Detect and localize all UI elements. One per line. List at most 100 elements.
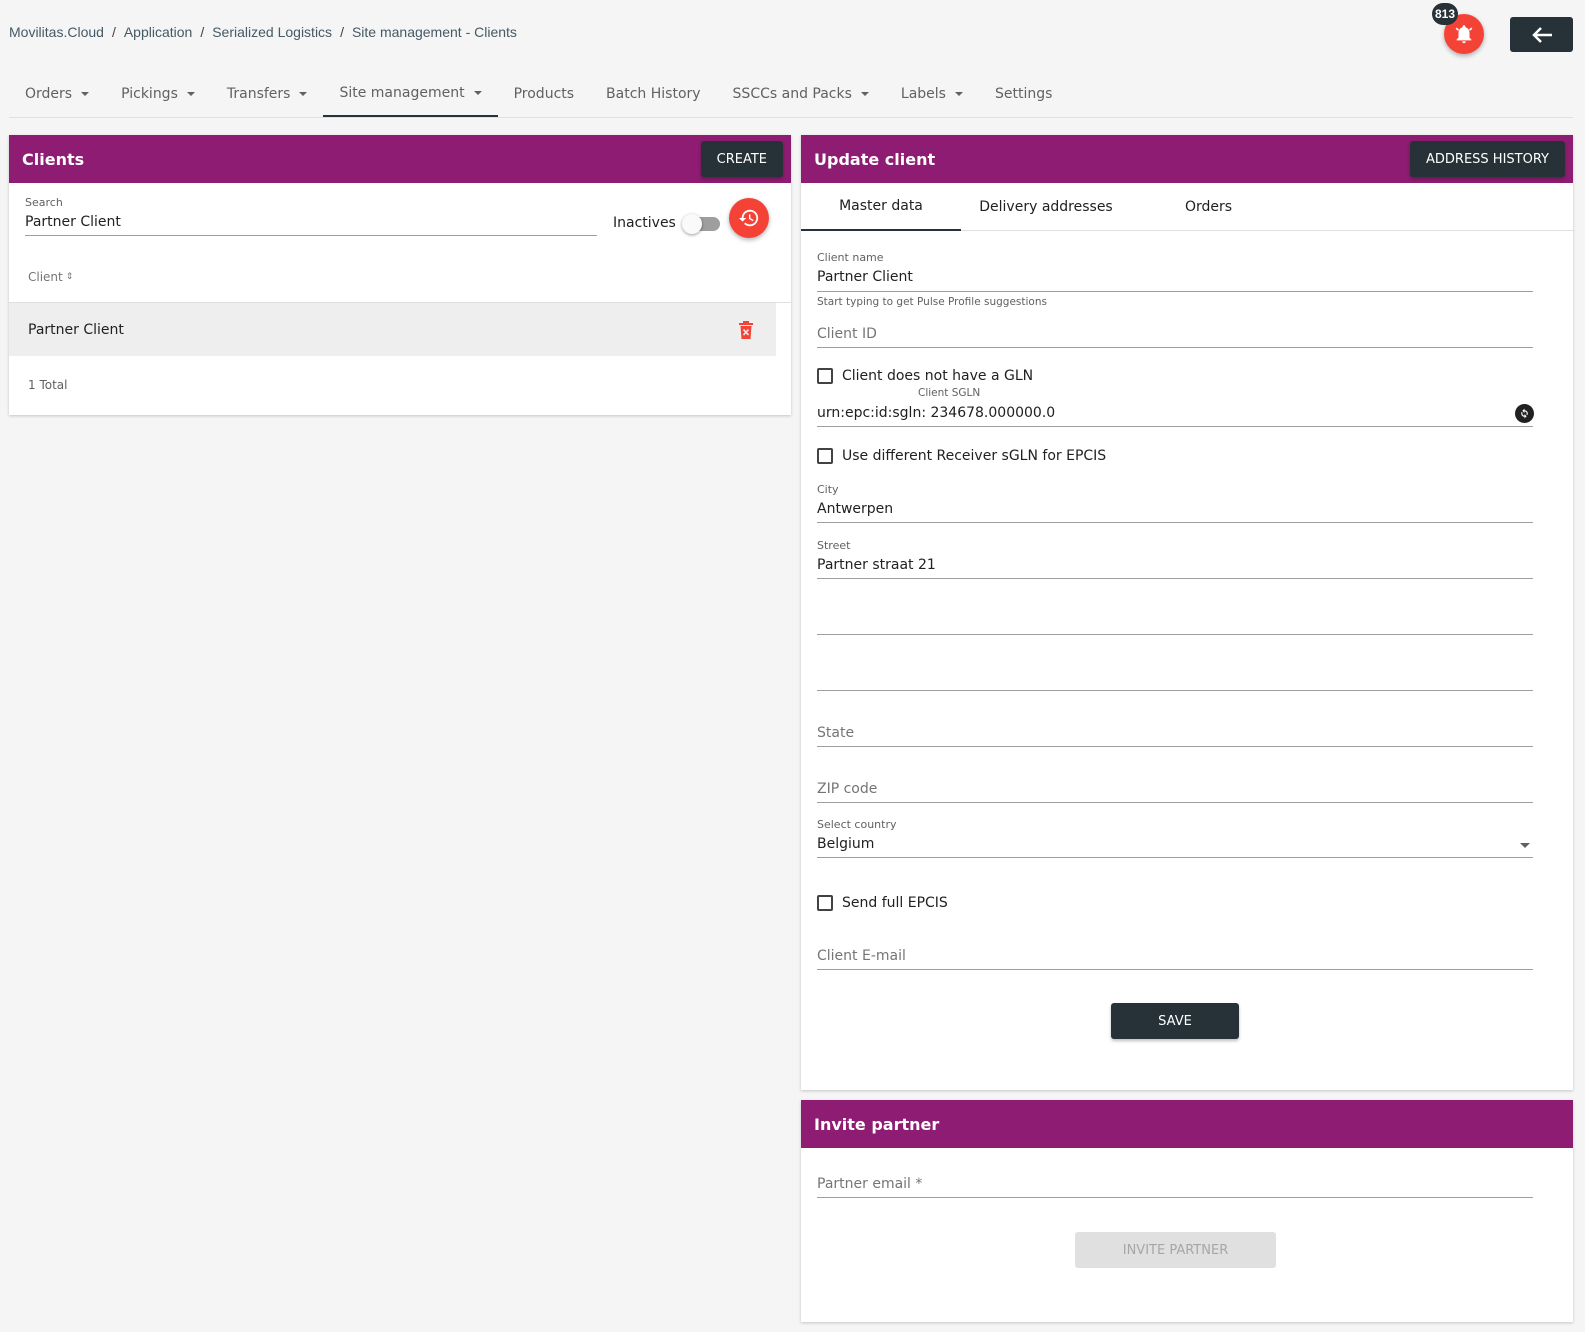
refresh-sgln-button[interactable] xyxy=(1515,404,1534,423)
country-label: Select country xyxy=(817,818,897,831)
city-input[interactable]: Antwerpen xyxy=(817,501,1533,517)
client-tabs: Master data Delivery addresses Orders xyxy=(801,183,1573,231)
main-nav: Orders Pickings Transfers Site managemen… xyxy=(9,70,1573,118)
nav-tab-settings[interactable]: Settings xyxy=(979,70,1068,117)
caret-down-icon xyxy=(473,90,482,95)
caret-down-icon xyxy=(860,91,869,96)
nav-tab-label: Settings xyxy=(994,85,1053,102)
nav-tab-batch-history[interactable]: Batch History xyxy=(590,70,717,117)
tab-master-data[interactable]: Master data xyxy=(801,183,961,231)
country-select[interactable]: Select country Belgium xyxy=(817,818,1533,852)
breadcrumb-item[interactable]: Serialized Logistics xyxy=(212,24,332,40)
create-button[interactable]: CREATE xyxy=(700,141,783,177)
client-email-input[interactable]: Client E-mail xyxy=(817,948,906,964)
update-client-panel: Update client ADDRESS HISTORY Master dat… xyxy=(801,135,1573,1090)
address-line-3-input[interactable] xyxy=(817,690,1533,691)
sgln-label: Client SGLN xyxy=(918,387,981,399)
nav-tab-label: SSCCs and Packs xyxy=(732,85,852,102)
street-input[interactable]: Partner straat 21 xyxy=(817,557,1533,573)
tab-orders[interactable]: Orders xyxy=(1131,183,1286,231)
field-underline xyxy=(817,578,1533,579)
nav-tab-label: Site management xyxy=(339,84,465,101)
invite-panel-header: Invite partner xyxy=(801,1100,1573,1148)
state-input[interactable]: State xyxy=(817,725,854,741)
column-header-label: Client xyxy=(28,270,63,284)
sort-icon: ⇕ xyxy=(65,271,74,282)
nav-tab-label: Labels xyxy=(900,85,946,102)
field-underline xyxy=(817,291,1533,292)
caret-down-icon xyxy=(299,91,308,96)
city-field[interactable]: City Antwerpen xyxy=(817,483,1533,517)
panel-title: Update client xyxy=(814,149,936,169)
client-id-input[interactable]: Client ID xyxy=(817,326,877,342)
client-column-header[interactable]: Client ⇕ xyxy=(28,270,73,284)
clients-panel: Clients CREATE Search Partner Client Ina… xyxy=(9,135,791,415)
field-underline xyxy=(817,347,1533,348)
full-epcis-checkbox-row[interactable]: Send full EPCIS xyxy=(817,895,948,911)
tab-delivery-addresses[interactable]: Delivery addresses xyxy=(961,183,1131,231)
address-line-2-input[interactable] xyxy=(817,634,1533,635)
sgln-input[interactable]: urn:epc:id:sgln: 234678.000000.0 xyxy=(817,405,1055,421)
delete-icon[interactable] xyxy=(738,320,754,339)
nav-tab-label: Pickings xyxy=(121,85,178,102)
no-gln-checkbox-row[interactable]: Client does not have a GLN xyxy=(817,368,1033,384)
nav-tab-label: Batch History xyxy=(606,85,701,102)
search-input[interactable]: Partner Client xyxy=(25,214,597,230)
partner-email-input[interactable]: Partner email * xyxy=(817,1176,922,1192)
street-label: Street xyxy=(817,539,851,552)
save-button[interactable]: SAVE xyxy=(1111,1003,1239,1039)
nav-tab-pickings[interactable]: Pickings xyxy=(105,70,211,117)
nav-tab-products[interactable]: Products xyxy=(498,70,590,117)
breadcrumb-separator: / xyxy=(111,24,116,40)
field-underline xyxy=(817,426,1533,427)
table-row[interactable]: Partner Client xyxy=(9,303,776,356)
client-name-field[interactable]: Client name Partner Client xyxy=(817,251,1533,285)
nav-tab-transfers[interactable]: Transfers xyxy=(211,70,324,117)
receiver-sgln-checkbox[interactable] xyxy=(817,448,833,464)
history-icon xyxy=(738,209,759,227)
no-gln-checkbox[interactable] xyxy=(817,368,833,384)
restore-history-button[interactable] xyxy=(729,198,769,238)
breadcrumb-separator: / xyxy=(340,24,344,40)
invite-partner-panel: Invite partner Partner email * INVITE PA… xyxy=(801,1100,1573,1322)
field-underline xyxy=(817,802,1533,803)
nav-tab-label: Orders xyxy=(25,85,73,102)
breadcrumb-item[interactable]: Movilitas.Cloud xyxy=(9,24,104,40)
update-panel-header: Update client ADDRESS HISTORY xyxy=(801,135,1573,183)
client-name-hint: Start typing to get Pulse Profile sugges… xyxy=(817,296,1047,308)
street-field[interactable]: Street Partner straat 21 xyxy=(817,539,1533,573)
refresh-icon xyxy=(1521,408,1528,419)
client-name-cell: Partner Client xyxy=(28,321,124,338)
nav-tab-orders[interactable]: Orders xyxy=(9,70,105,117)
address-history-button[interactable]: ADDRESS HISTORY xyxy=(1410,141,1565,177)
nav-tab-labels[interactable]: Labels xyxy=(885,70,979,117)
nav-tab-label: Products xyxy=(513,85,575,102)
table-total: 1 Total xyxy=(28,378,68,392)
toggle-knob xyxy=(682,214,702,234)
full-epcis-checkbox[interactable] xyxy=(817,895,833,911)
caret-down-icon xyxy=(954,91,963,96)
bell-icon xyxy=(1455,25,1473,44)
breadcrumb-separator: / xyxy=(200,24,205,40)
receiver-sgln-label: Use different Receiver sGLN for EPCIS xyxy=(842,448,1107,464)
breadcrumb: Movilitas.Cloud / Application / Serializ… xyxy=(9,24,517,40)
arrow-left-icon xyxy=(1531,26,1552,43)
receiver-sgln-checkbox-row[interactable]: Use different Receiver sGLN for EPCIS xyxy=(817,448,1106,464)
search-field[interactable]: Search Partner Client xyxy=(25,196,597,230)
full-epcis-label: Send full EPCIS xyxy=(842,895,948,911)
zip-input[interactable]: ZIP code xyxy=(817,781,877,797)
inactives-toggle[interactable] xyxy=(682,214,720,234)
breadcrumb-item[interactable]: Application xyxy=(124,24,193,40)
back-button[interactable] xyxy=(1510,17,1573,52)
field-underline xyxy=(817,857,1533,858)
country-value: Belgium xyxy=(817,836,875,852)
invite-partner-button[interactable]: INVITE PARTNER xyxy=(1075,1232,1276,1268)
caret-down-icon xyxy=(186,91,195,96)
nav-tab-ssccs-and-packs[interactable]: SSCCs and Packs xyxy=(717,70,885,117)
nav-tab-label: Transfers xyxy=(226,85,291,102)
field-underline xyxy=(817,746,1533,747)
nav-tab-site-management[interactable]: Site management xyxy=(323,70,498,117)
caret-down-icon xyxy=(81,91,90,96)
inactives-label: Inactives xyxy=(613,215,676,231)
client-name-input[interactable]: Partner Client xyxy=(817,269,1533,285)
